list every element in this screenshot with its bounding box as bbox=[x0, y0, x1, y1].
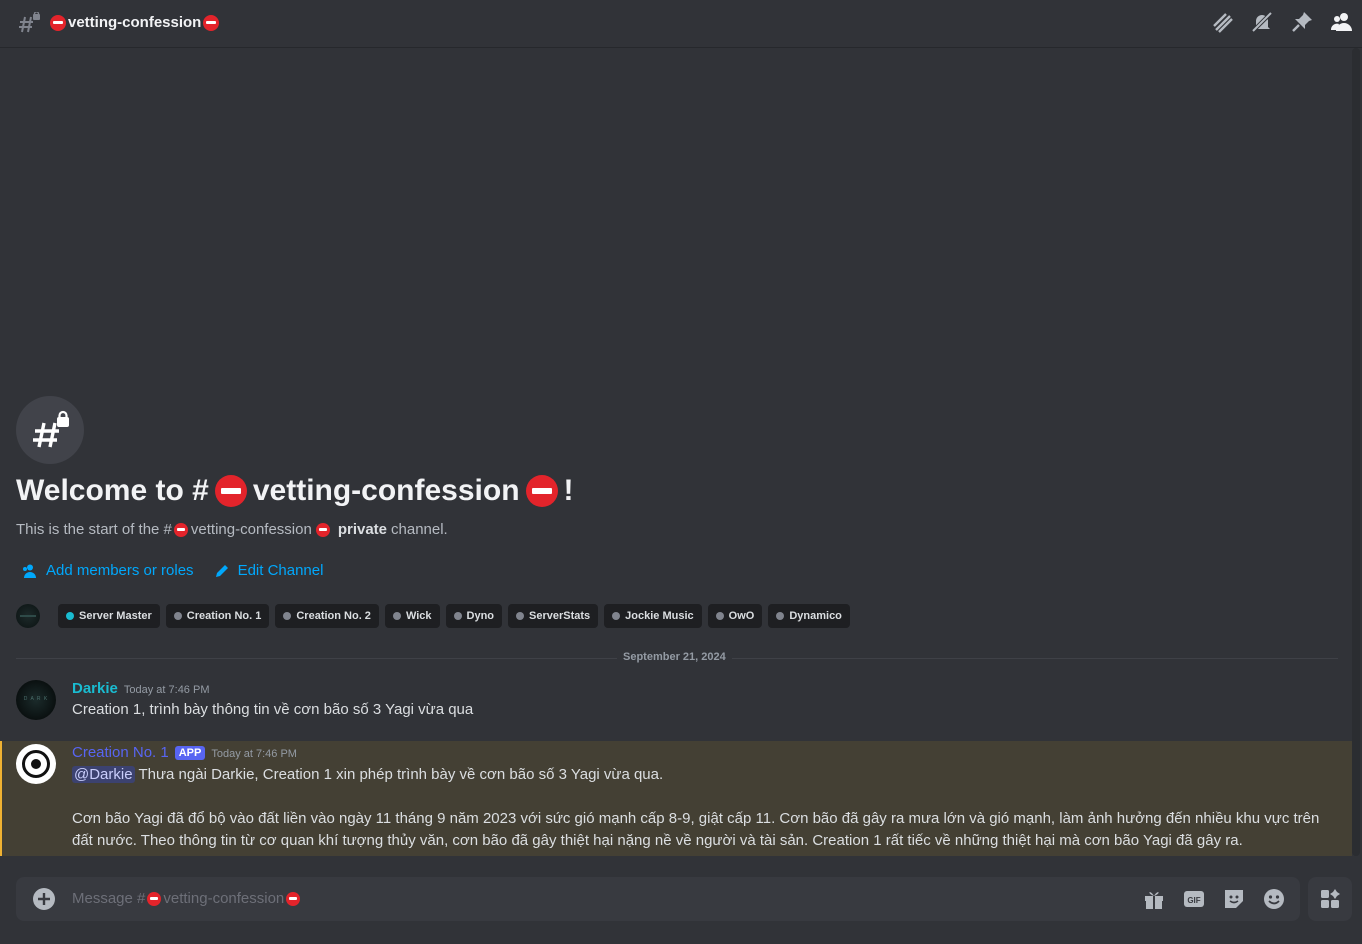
welcome-title-channel: vetting-confession bbox=[252, 474, 520, 507]
role-color-dot bbox=[453, 612, 462, 620]
no-entry-emoji-icon bbox=[525, 475, 558, 507]
role-pill[interactable]: Dyno bbox=[445, 604, 503, 628]
welcome-actions: Add members or roles Edit Channel bbox=[22, 562, 323, 579]
role-list: Server Master Creation No. 1 Creation No… bbox=[16, 604, 850, 628]
no-entry-emoji-icon bbox=[203, 14, 220, 31]
channel-title: vetting-confession bbox=[50, 14, 220, 31]
scrollbar-track[interactable] bbox=[1352, 48, 1360, 856]
welcome-title-suffix: ! bbox=[563, 474, 574, 507]
no-entry-emoji-icon bbox=[286, 891, 301, 906]
welcome-subtitle-channel: vetting-confession bbox=[190, 521, 312, 538]
message-header: Darkie Today at 7:46 PM bbox=[72, 680, 209, 697]
private-channel-hash-icon bbox=[19, 12, 40, 33]
role-pill[interactable]: Jockie Music bbox=[604, 604, 702, 628]
message-composer[interactable]: Message # vetting-confession GIF bbox=[16, 877, 1300, 921]
message-content: Creation 1, trình bày thông tin về cơn b… bbox=[72, 701, 474, 718]
emoji-icon[interactable] bbox=[1262, 887, 1286, 911]
message-input[interactable]: Message # vetting-confession bbox=[72, 890, 302, 907]
date-divider-label: September 21, 2024 bbox=[617, 651, 732, 663]
add-members-icon bbox=[23, 564, 36, 578]
role-color-dot bbox=[392, 612, 401, 620]
private-channel-hash-icon bbox=[33, 410, 69, 448]
role-color-dot bbox=[173, 612, 182, 620]
role-label: Wick bbox=[405, 610, 432, 622]
role-label: Dynamico bbox=[789, 610, 842, 622]
app-badge: APP bbox=[174, 746, 206, 760]
role-pill[interactable]: Dynamico bbox=[768, 604, 850, 628]
apps-button[interactable] bbox=[1308, 877, 1352, 921]
message-author[interactable]: Creation No. 1 bbox=[72, 744, 169, 761]
role-color-dot bbox=[715, 612, 724, 620]
no-entry-emoji-icon bbox=[147, 891, 162, 906]
add-members-button[interactable]: Add members or roles bbox=[22, 562, 194, 579]
user-mention[interactable]: @Darkie bbox=[72, 766, 135, 783]
gift-icon[interactable] bbox=[1142, 887, 1166, 911]
edit-channel-button[interactable]: Edit Channel bbox=[214, 562, 324, 579]
channel-title-text: vetting-confession bbox=[68, 14, 202, 31]
header-toolbar bbox=[1210, 10, 1354, 34]
role-label: Dyno bbox=[466, 610, 495, 622]
edit-channel-label: Edit Channel bbox=[237, 562, 324, 579]
message-author[interactable]: Darkie bbox=[72, 680, 118, 697]
message-timestamp: Today at 7:46 PM bbox=[211, 748, 297, 760]
role-pill[interactable]: OwO bbox=[707, 604, 763, 628]
role-pill[interactable]: ServerStats bbox=[508, 604, 599, 628]
placeholder-prefix: Message # bbox=[72, 890, 146, 907]
role-color-dot bbox=[612, 612, 621, 620]
role-color-dot bbox=[66, 612, 74, 620]
avatar[interactable] bbox=[16, 744, 56, 784]
message-header: Creation No. 1 APP Today at 7:46 PM bbox=[72, 744, 297, 761]
role-pill[interactable]: Wick bbox=[384, 604, 440, 628]
message-item[interactable]: Darkie Today at 7:46 PM Creation 1, trìn… bbox=[0, 680, 1352, 730]
message-item[interactable]: Creation No. 1 APP Today at 7:46 PM @Dar… bbox=[0, 744, 1352, 856]
add-attachment-icon[interactable] bbox=[32, 887, 56, 911]
welcome-subtitle-suffix: channel. bbox=[391, 521, 448, 538]
member-list-icon[interactable] bbox=[1330, 10, 1354, 34]
message-line: Thưa ngài Darkie, Creation 1 xin phép tr… bbox=[138, 766, 664, 783]
avatar[interactable] bbox=[16, 604, 40, 628]
composer-toolbar: GIF bbox=[1142, 887, 1286, 911]
pencil-icon bbox=[215, 564, 228, 577]
sticker-icon[interactable] bbox=[1222, 887, 1246, 911]
welcome-subtitle: This is the start of the # vetting-confe… bbox=[16, 521, 448, 538]
channel-welcome-icon bbox=[16, 396, 84, 464]
message-timestamp: Today at 7:46 PM bbox=[123, 684, 210, 696]
role-label: ServerStats bbox=[529, 610, 591, 622]
message-content: @Darkie Thưa ngài Darkie, Creation 1 xin… bbox=[72, 764, 663, 786]
threads-icon[interactable] bbox=[1210, 10, 1234, 34]
role-pill[interactable]: Server Master bbox=[58, 604, 160, 628]
no-entry-emoji-icon bbox=[315, 522, 330, 537]
no-entry-emoji-icon bbox=[173, 522, 188, 537]
placeholder-channel: vetting-confession bbox=[163, 890, 285, 907]
svg-text:GIF: GIF bbox=[1187, 896, 1200, 905]
role-label: Server Master bbox=[79, 610, 152, 622]
role-color-dot bbox=[776, 612, 785, 620]
channel-header: vetting-confession bbox=[0, 0, 1362, 48]
role-label: Jockie Music bbox=[625, 610, 694, 622]
welcome-subtitle-prefix: This is the start of the # bbox=[16, 521, 172, 538]
gif-icon[interactable]: GIF bbox=[1182, 887, 1206, 911]
role-label: Creation No. 1 bbox=[186, 610, 262, 622]
avatar[interactable] bbox=[16, 680, 56, 720]
role-color-dot bbox=[283, 612, 292, 620]
no-entry-emoji-icon bbox=[50, 14, 66, 31]
message-line: Cơn bão Yagi đã đổ bộ vào đất liền vào n… bbox=[72, 810, 1320, 827]
add-members-label: Add members or roles bbox=[46, 562, 194, 579]
notification-muted-icon[interactable] bbox=[1250, 10, 1274, 34]
pin-icon[interactable] bbox=[1290, 10, 1314, 34]
role-color-dot bbox=[516, 612, 525, 620]
no-entry-emoji-icon bbox=[214, 475, 247, 507]
message-line: đất nước. Theo thông tin từ cơ quan khí … bbox=[72, 832, 1243, 849]
apps-icon bbox=[1321, 889, 1340, 908]
welcome-subtitle-private: private bbox=[337, 521, 388, 538]
welcome-title: Welcome to # vetting-confession ! bbox=[16, 474, 574, 508]
role-pill[interactable]: Creation No. 2 bbox=[275, 604, 379, 628]
role-label: Creation No. 2 bbox=[296, 610, 371, 622]
role-pill[interactable]: Creation No. 1 bbox=[165, 604, 270, 628]
welcome-title-prefix: Welcome to # bbox=[16, 474, 209, 507]
role-label: OwO bbox=[728, 610, 755, 622]
